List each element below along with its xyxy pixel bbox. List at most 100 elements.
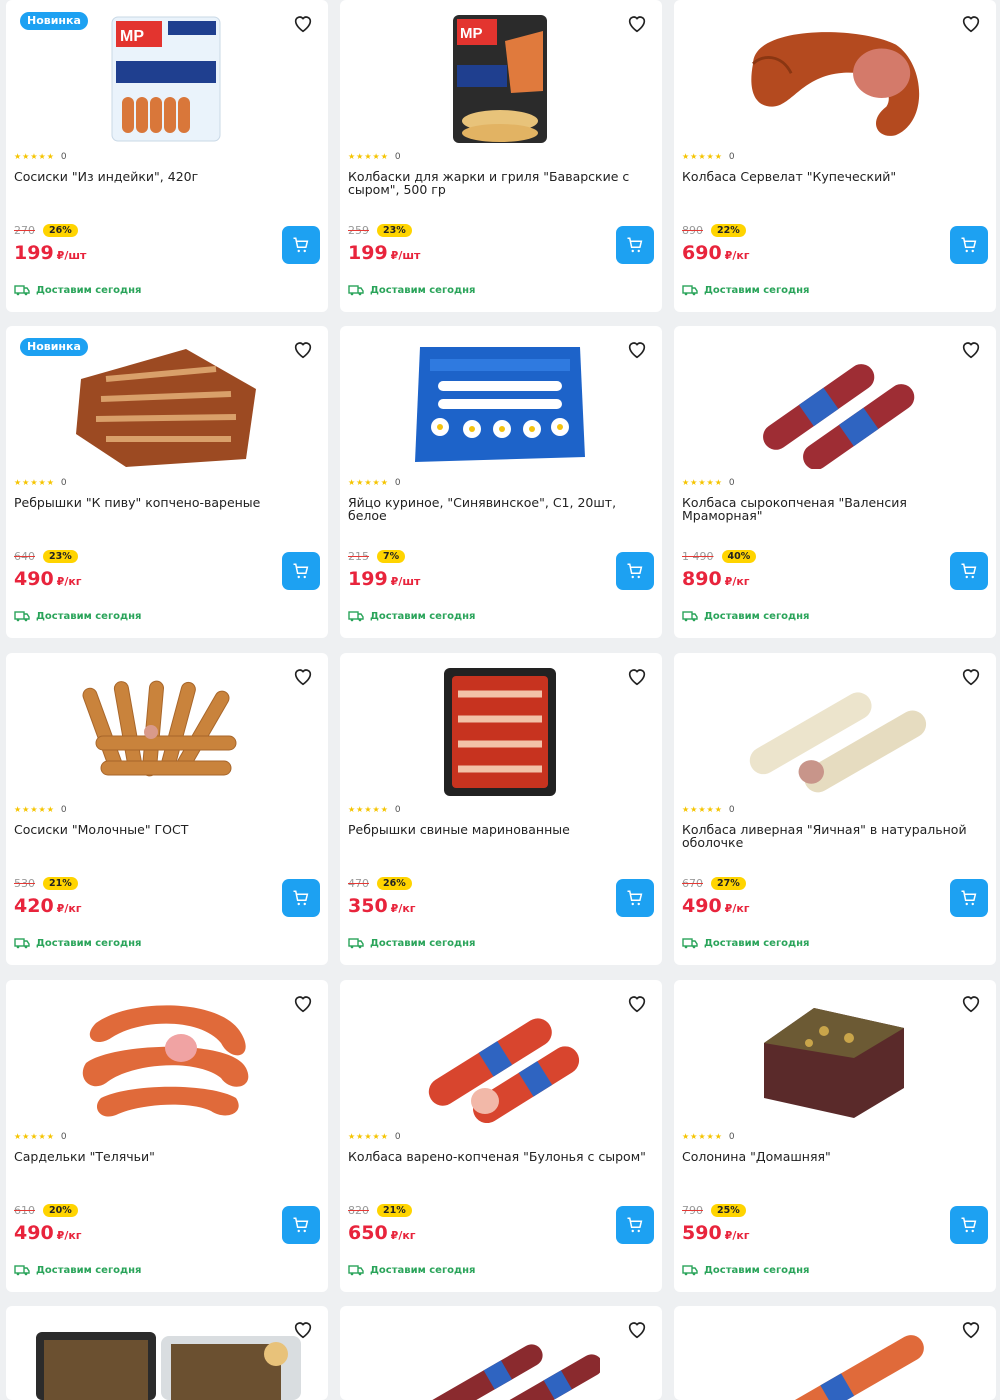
discount-badge: 23%	[43, 550, 78, 563]
heart-icon[interactable]	[960, 1318, 982, 1340]
valencia-sausage-image	[763, 364, 915, 469]
product-image[interactable]: МР	[400, 8, 600, 148]
product-card[interactable]	[6, 1306, 328, 1400]
delivery-info: Доставим сегодня	[348, 937, 475, 949]
delivery-info: Доставим сегодня	[348, 610, 475, 622]
product-title[interactable]: Ребрышки "К пиву" копчено-вареные	[14, 496, 314, 509]
product-card[interactable]: ★ ★ ★ ★ ★ 0 Яйцо куриное, "Синявинское", С1,…	[340, 326, 662, 638]
product-card[interactable]: ★ ★ ★ ★ ★ 0 Колбаса ливерная "Яичная" в нату…	[674, 653, 996, 965]
add-to-cart-button[interactable]	[950, 552, 988, 590]
product-image[interactable]	[66, 661, 266, 801]
cart-icon	[293, 237, 309, 253]
product-card[interactable]: ★ ★ ★ ★ ★ 0 Колбаса варено-копченая "Булонья…	[340, 980, 662, 1292]
product-title[interactable]: Колбаса Сервелат "Купеческий"	[682, 170, 982, 183]
discount-badge: 25%	[711, 1204, 746, 1217]
truck-icon	[682, 1265, 698, 1276]
discount-badge: 26%	[377, 877, 412, 890]
product-image[interactable]	[400, 334, 600, 474]
product-image[interactable]	[420, 1334, 600, 1400]
product-image[interactable]	[734, 8, 934, 148]
product-title[interactable]: Сардельки "Телячьи"	[14, 1150, 314, 1163]
truck-icon	[682, 938, 698, 949]
product-image[interactable]	[26, 1330, 306, 1400]
svg-text:МР: МР	[120, 28, 144, 45]
add-to-cart-button[interactable]	[616, 879, 654, 917]
product-card[interactable]: Новинка ★ ★ ★ ★ ★ 0 Ребрышки "К пиву" копчен…	[6, 326, 328, 638]
product-card[interactable]	[340, 1306, 662, 1400]
add-to-cart-button[interactable]	[616, 1206, 654, 1244]
add-to-cart-button[interactable]	[282, 552, 320, 590]
delivery-info: Доставим сегодня	[348, 284, 475, 296]
product-title[interactable]: Яйцо куриное, "Синявинское", С1, 20шт, б…	[348, 496, 648, 522]
delivery-info: Доставим сегодня	[682, 610, 809, 622]
product-image[interactable]	[66, 988, 266, 1128]
product-image[interactable]	[400, 988, 600, 1128]
product-image[interactable]	[734, 661, 934, 801]
product-image[interactable]	[400, 661, 600, 801]
product-card[interactable]: ★ ★ ★ ★ ★ 0 Сардельки "Телячьи" 610 20% 490 ₽/…	[6, 980, 328, 1292]
rating: ★ ★ ★ ★ ★ 0	[348, 805, 401, 815]
product-card[interactable]: МР ★ ★ ★ ★ ★ 0 Колбаски для жарки и гриля "Б…	[340, 0, 662, 312]
heart-icon[interactable]	[626, 1318, 648, 1340]
discount-badge: 27%	[711, 877, 746, 890]
heart-icon[interactable]	[626, 12, 648, 34]
rating-count: 0	[60, 478, 67, 488]
rating: ★ ★ ★ ★ ★ 0	[14, 1132, 67, 1142]
packaged-sausage-image	[764, 1335, 924, 1400]
add-to-cart-button[interactable]	[282, 879, 320, 917]
heart-icon[interactable]	[960, 665, 982, 687]
heart-icon[interactable]	[292, 665, 314, 687]
smoked-ribs-image	[76, 349, 256, 467]
discount-badge: 40%	[721, 550, 757, 563]
heart-icon[interactable]	[626, 992, 648, 1014]
rating-count: 0	[394, 1132, 401, 1142]
product-card[interactable]: Новинка МР ★ ★ ★ ★ ★ 0 Сосиски "Из индейки",…	[6, 0, 328, 312]
milk-sausages-image	[82, 680, 237, 777]
cart-icon	[627, 563, 643, 579]
product-card[interactable]: ★ ★ ★ ★ ★ 0 Колбаса сырокопченая "Валенсия М…	[674, 326, 996, 638]
heart-icon[interactable]	[626, 338, 648, 360]
price: 420 ₽/кг	[14, 895, 82, 917]
product-title[interactable]: Сосиски "Молочные" ГОСТ	[14, 823, 314, 836]
product-card[interactable]: ★ ★ ★ ★ ★ 0 Солонина "Домашняя" 790 25% 590 ₽/…	[674, 980, 996, 1292]
product-image[interactable]	[754, 1334, 934, 1400]
heart-icon[interactable]	[960, 992, 982, 1014]
heart-icon[interactable]	[292, 338, 314, 360]
product-image[interactable]	[66, 334, 266, 474]
rating-count: 0	[728, 805, 735, 815]
product-title[interactable]: Сосиски "Из индейки", 420г	[14, 170, 314, 183]
product-card[interactable]	[674, 1306, 996, 1400]
discount-badge: 21%	[43, 877, 78, 890]
product-image[interactable]: МР	[66, 8, 266, 148]
rating: ★ ★ ★ ★ ★ 0	[14, 478, 67, 488]
product-title[interactable]: Колбаса сырокопченая "Валенсия Мраморная…	[682, 496, 982, 522]
heart-icon[interactable]	[960, 338, 982, 360]
product-image[interactable]	[734, 334, 934, 474]
product-title[interactable]: Ребрышки свиные маринованные	[348, 823, 648, 836]
add-to-cart-button[interactable]	[950, 226, 988, 264]
heart-icon[interactable]	[960, 12, 982, 34]
product-title[interactable]: Колбаса ливерная "Яичная" в натуральной …	[682, 823, 982, 849]
add-to-cart-button[interactable]	[282, 1206, 320, 1244]
add-to-cart-button[interactable]	[616, 552, 654, 590]
product-card[interactable]: ★ ★ ★ ★ ★ 0 Сосиски "Молочные" ГОСТ 530 21% 4…	[6, 653, 328, 965]
add-to-cart-button[interactable]	[616, 226, 654, 264]
rating: ★ ★ ★ ★ ★ 0	[682, 805, 735, 815]
cart-icon	[627, 1217, 643, 1233]
product-image[interactable]	[734, 988, 934, 1128]
product-title[interactable]: Солонина "Домашняя"	[682, 1150, 982, 1163]
price: 490 ₽/кг	[682, 895, 750, 917]
heart-icon[interactable]	[626, 665, 648, 687]
product-card[interactable]: ★ ★ ★ ★ ★ 0 Колбаса Сервелат "Купеческий" 89…	[674, 0, 996, 312]
delivery-info: Доставим сегодня	[14, 284, 141, 296]
add-to-cart-button[interactable]	[950, 879, 988, 917]
heart-icon[interactable]	[292, 12, 314, 34]
product-card[interactable]: ★ ★ ★ ★ ★ 0 Ребрышки свиные маринованные 470…	[340, 653, 662, 965]
heart-icon[interactable]	[292, 992, 314, 1014]
rating-count: 0	[394, 152, 401, 162]
product-title[interactable]: Колбаски для жарки и гриля "Баварские с …	[348, 170, 648, 196]
add-to-cart-button[interactable]	[282, 226, 320, 264]
old-price: 259	[348, 224, 369, 237]
product-title[interactable]: Колбаса варено-копченая "Булонья с сыром…	[348, 1150, 648, 1163]
add-to-cart-button[interactable]	[950, 1206, 988, 1244]
